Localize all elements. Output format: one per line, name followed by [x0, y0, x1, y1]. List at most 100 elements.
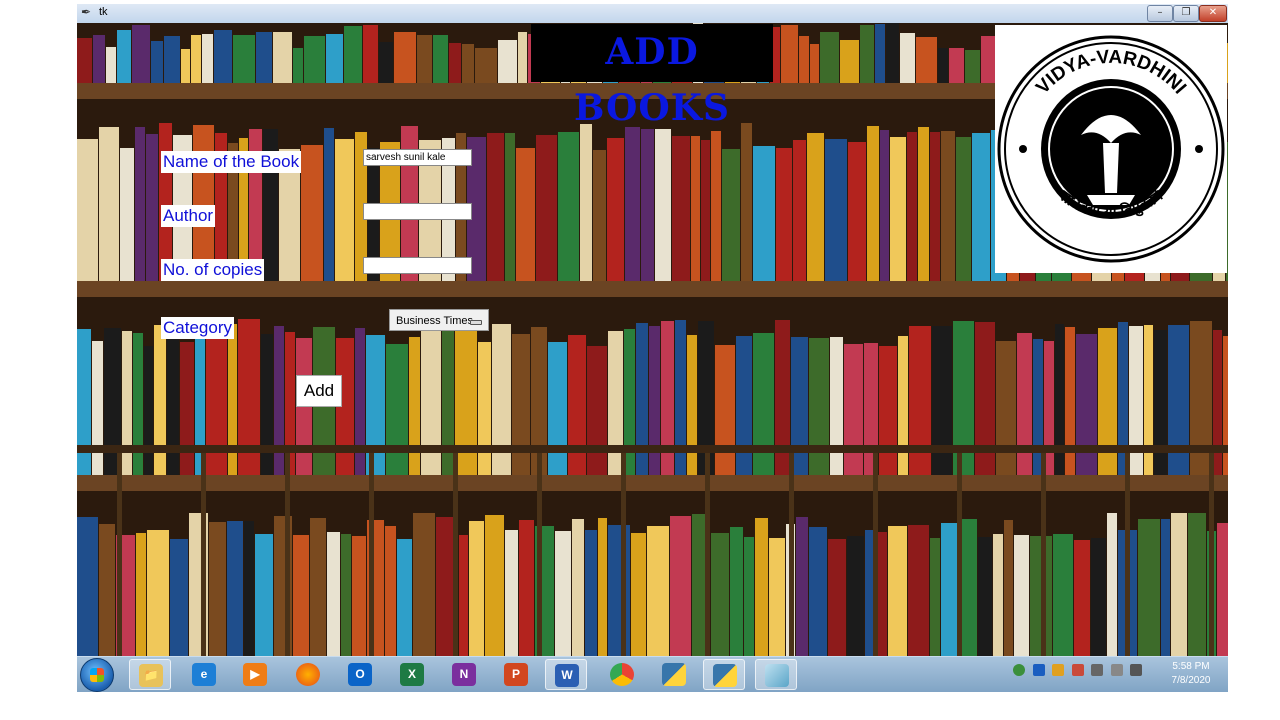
book-spine: [938, 48, 948, 83]
book-spine: [608, 525, 630, 656]
bluetooth-icon[interactable]: [1032, 664, 1045, 676]
book-spine: [352, 536, 366, 656]
maximize-button[interactable]: ❐: [1173, 5, 1199, 22]
book-spine: [809, 338, 829, 475]
book-spine: [505, 530, 518, 656]
start-button[interactable]: [80, 658, 114, 692]
taskbar-file-explorer[interactable]: 📁: [129, 659, 171, 690]
book-spine: [847, 536, 864, 656]
book-spine: [1107, 513, 1117, 656]
book-spine: [1161, 519, 1170, 656]
book-name-input[interactable]: sarvesh sunil kale: [363, 149, 472, 166]
battery-icon[interactable]: [1091, 664, 1103, 676]
book-spine: [301, 145, 323, 281]
vidya-vardhini-logo: VIDYA-VARDHINI सा विद्या या विमुक्तये: [995, 25, 1227, 273]
book-spine: [487, 133, 504, 281]
railing-bar: [369, 453, 374, 656]
book-spine: [326, 34, 343, 83]
book-spine: [180, 342, 194, 475]
taskbar-outlook[interactable]: O: [339, 659, 381, 690]
category-label: Category: [161, 317, 234, 339]
taskbar-excel[interactable]: X: [391, 659, 433, 690]
taskbar-python[interactable]: [653, 659, 695, 690]
copies-input[interactable]: [363, 257, 472, 274]
taskbar-tk-window[interactable]: [755, 659, 797, 690]
book-spine: [916, 37, 937, 83]
book-spine: [1138, 519, 1160, 656]
railing-bar: [537, 453, 542, 656]
book-spine: [462, 44, 474, 83]
book-spine: [1154, 330, 1167, 475]
book-spine: [978, 537, 992, 656]
book-spine: [310, 518, 326, 656]
book-spine: [753, 333, 774, 475]
book-spine: [164, 36, 180, 83]
taskbar-internet-explorer[interactable]: e: [183, 659, 225, 690]
copies-label: No. of copies: [161, 259, 265, 281]
network-globe-icon[interactable]: [1013, 664, 1025, 676]
outlook-icon: O: [348, 663, 372, 686]
railing-bar: [873, 453, 878, 656]
close-button[interactable]: ✕: [1199, 5, 1227, 22]
taskbar-word[interactable]: W: [545, 659, 587, 690]
book-spine: [585, 530, 597, 656]
window-title-bar[interactable]: ✒ tk – ❐ ✕: [77, 4, 1228, 24]
book-spine: [256, 32, 272, 83]
add-button[interactable]: Add: [296, 375, 342, 407]
minimize-button[interactable]: –: [1147, 5, 1173, 22]
book-spine: [828, 539, 846, 656]
railing-bar: [621, 453, 626, 656]
book-spine: [730, 527, 743, 656]
book-name-label: Name of the Book: [161, 151, 302, 173]
book-spine: [409, 337, 420, 475]
book-spine: [769, 538, 785, 656]
book-spine: [568, 335, 586, 475]
clock[interactable]: 5:58 PM 7/8/2020: [1163, 660, 1219, 688]
railing-bar: [201, 453, 206, 656]
book-spine: [133, 333, 143, 475]
book-spine: [293, 48, 303, 83]
taskbar-chrome[interactable]: [601, 659, 643, 690]
taskbar-onenote[interactable]: N: [443, 659, 485, 690]
taskbar-powerpoint[interactable]: P: [495, 659, 537, 690]
book-spine: [519, 520, 534, 656]
window-title: tk: [99, 6, 108, 18]
book-spine: [120, 148, 134, 281]
signal-icon[interactable]: [1110, 664, 1123, 676]
book-spine: [907, 132, 917, 281]
book-spine: [433, 35, 448, 83]
book-spine: [385, 526, 396, 656]
volume-icon[interactable]: [1130, 664, 1142, 676]
tk-window-icon: [765, 664, 789, 687]
notification-icon[interactable]: [1052, 664, 1064, 676]
book-spine: [753, 146, 775, 281]
taskbar-firefox[interactable]: [287, 659, 329, 690]
taskbar-media-player[interactable]: ▶: [234, 659, 276, 690]
flag-icon[interactable]: [1071, 664, 1084, 676]
book-spine: [233, 35, 255, 83]
author-input[interactable]: [363, 203, 472, 220]
book-spine: [711, 131, 721, 281]
book-spine: [77, 329, 91, 475]
book-spine: [555, 531, 571, 656]
book-spine: [830, 337, 843, 475]
onenote-icon: N: [452, 663, 476, 686]
book-spine: [647, 526, 669, 656]
book-spine: [478, 342, 491, 475]
book-spine: [341, 534, 351, 656]
book-spine: [972, 133, 990, 281]
category-dropdown[interactable]: Business Times: [389, 309, 489, 331]
book-spine: [1076, 334, 1097, 475]
book-spine: [386, 344, 408, 475]
book-spine: [363, 25, 378, 83]
book-spine: [498, 40, 517, 83]
book-spine: [722, 149, 740, 281]
book-spine: [898, 336, 908, 475]
firefox-icon: [296, 663, 320, 686]
book-spine: [93, 35, 105, 83]
book-spine: [558, 132, 579, 281]
book-spine: [1171, 513, 1187, 656]
railing-bar: [1041, 453, 1046, 656]
book-spine: [77, 139, 98, 281]
taskbar-python-idle[interactable]: [703, 659, 745, 690]
